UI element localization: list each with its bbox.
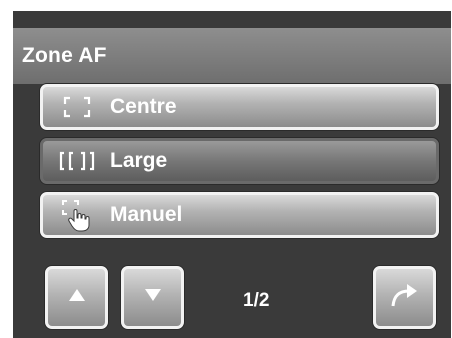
option-label: Centre — [110, 95, 177, 118]
scroll-down-button[interactable] — [121, 266, 184, 329]
return-button[interactable] — [373, 266, 436, 329]
title-bar: Zone AF — [13, 28, 451, 84]
menu-title: Zone AF — [22, 44, 107, 67]
option-large[interactable]: Large — [40, 138, 439, 184]
af-manual-touch-icon — [53, 195, 101, 235]
option-manuel[interactable]: Manuel — [40, 192, 439, 238]
arrow-up-icon — [68, 288, 86, 307]
camera-menu-screen: Zone AF Centre Large Manuel 1/2 — [13, 11, 451, 338]
option-label: Manuel — [110, 203, 183, 226]
page-indicator: 1/2 — [243, 290, 270, 311]
af-wide-icon — [53, 141, 101, 181]
option-centre[interactable]: Centre — [40, 84, 439, 130]
return-arrow-icon — [390, 282, 420, 313]
af-centre-icon — [53, 87, 101, 127]
scroll-up-button[interactable] — [45, 266, 108, 329]
arrow-down-icon — [144, 288, 162, 307]
option-label: Large — [110, 149, 168, 172]
